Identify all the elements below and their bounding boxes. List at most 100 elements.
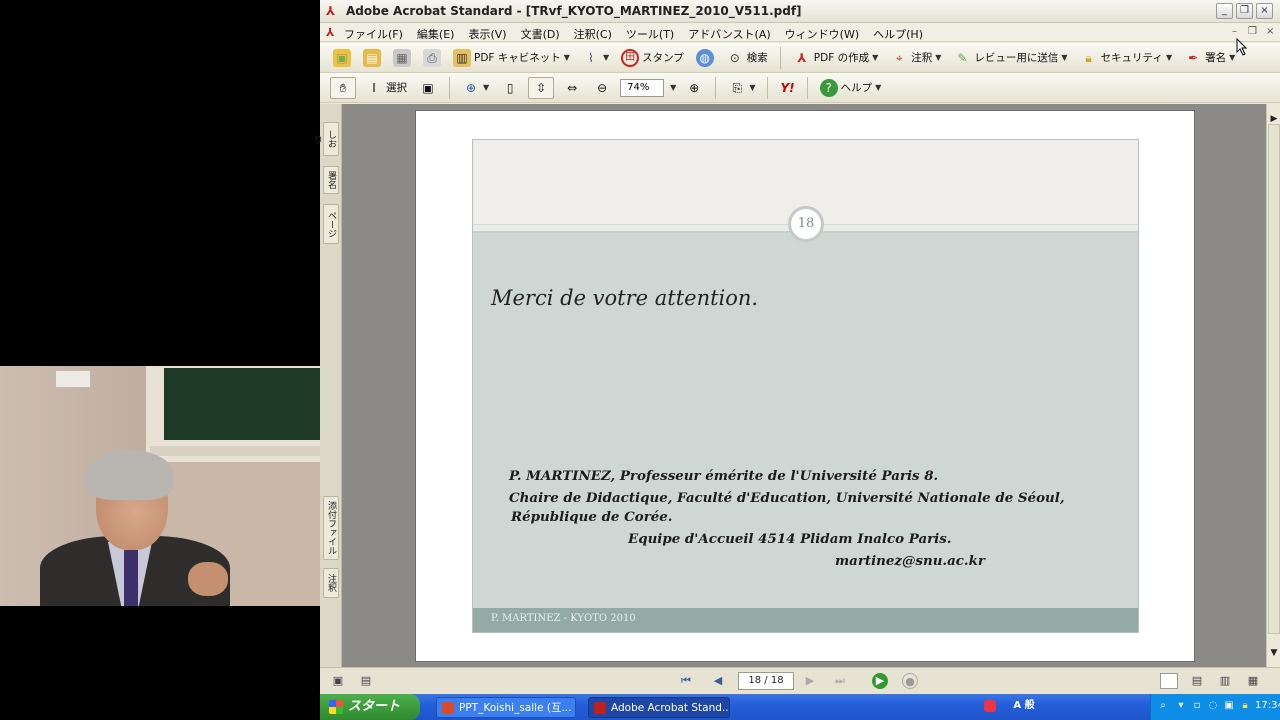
slide-title: Merci de votre attention. bbox=[491, 286, 759, 310]
select-tool-button[interactable]: Ⅰ 選択 bbox=[362, 77, 410, 99]
minimize-button[interactable]: _ bbox=[1216, 3, 1233, 19]
clock[interactable]: 17:34 bbox=[1255, 700, 1280, 711]
network-icon[interactable]: ◌ bbox=[1207, 700, 1219, 712]
continuous-icon[interactable]: ▤ bbox=[1188, 673, 1206, 689]
lock-icon[interactable]: 🔒︎ bbox=[1239, 700, 1251, 712]
page-size-icon[interactable]: ▣ bbox=[330, 673, 346, 689]
print-icon: ⎙ bbox=[423, 48, 441, 67]
taskbar: スタート PPT_Koishi_salle (互... Adobe Acroba… bbox=[320, 694, 1280, 720]
tab-comments[interactable]: 注釈 bbox=[323, 568, 339, 598]
doc-restore-icon[interactable]: ❐ bbox=[1248, 26, 1257, 37]
menu-item[interactable]: 文書(D) bbox=[521, 26, 560, 42]
pen-icon: ✒ bbox=[1188, 50, 1199, 65]
scroll-down-arrow-icon[interactable]: ▼ bbox=[1269, 648, 1279, 662]
facing-icon[interactable]: ▥ bbox=[1216, 673, 1234, 689]
help-button[interactable]: ? ヘルプ ▼ bbox=[817, 77, 885, 99]
continuous-facing-icon[interactable]: ▦ bbox=[1244, 673, 1262, 689]
stop-icon[interactable]: ● bbox=[902, 673, 918, 689]
tab-bookmarks[interactable]: しおり bbox=[312, 122, 339, 156]
search-button[interactable]: ⊙ 検索 bbox=[723, 47, 771, 69]
scrollbar-thumb[interactable] bbox=[1268, 124, 1280, 634]
yahoo-label: Y! bbox=[780, 80, 795, 95]
open-button[interactable]: ▣ bbox=[330, 47, 354, 69]
tab-pages[interactable]: ページ bbox=[323, 204, 339, 244]
actual-size-button[interactable]: ▯ bbox=[498, 77, 522, 99]
pdf-cabinet-button[interactable]: ▥ PDF キャビネット ▼ bbox=[450, 47, 573, 69]
menu-bar: ⅄ ファイル(F) 編集(E) 表示(V) 文書(D) 注釈(C) ツール(T) アドバンス… bbox=[320, 23, 1280, 42]
close-button[interactable]: × bbox=[1256, 3, 1273, 19]
zoom-input[interactable]: 74% bbox=[620, 78, 665, 97]
menu-item[interactable]: ウィンドウ(W) bbox=[785, 26, 859, 42]
save-button[interactable]: ▦ bbox=[390, 47, 414, 69]
text-cursor-icon: Ⅰ bbox=[372, 80, 376, 95]
document-area[interactable]: 18 Merci de votre attention. P. MARTINEZ… bbox=[342, 104, 1266, 667]
speaker-video bbox=[0, 366, 320, 606]
ime-icon[interactable] bbox=[984, 700, 996, 712]
zoom-out-button[interactable]: ⊖ bbox=[590, 77, 614, 99]
menu-item[interactable]: 表示(V) bbox=[468, 26, 506, 42]
caret-down-icon[interactable]: ▾ bbox=[1175, 700, 1187, 712]
start-button[interactable]: スタート bbox=[320, 694, 420, 720]
search-icon[interactable]: ⌕ bbox=[1157, 700, 1169, 712]
comment-label: 注釈 bbox=[911, 52, 933, 64]
send-review-button[interactable]: ✎ レビュー用に送信 ▼ bbox=[950, 47, 1070, 69]
menu-item[interactable]: ヘルプ(H) bbox=[873, 26, 923, 42]
pdf-page: 18 Merci de votre attention. P. MARTINEZ… bbox=[415, 110, 1195, 662]
menu-item[interactable]: アドバンスト(A) bbox=[688, 26, 770, 42]
ime-mode[interactable]: A 般 bbox=[1006, 700, 1042, 712]
document-properties-icon[interactable]: ▤ bbox=[358, 673, 374, 689]
globe-button[interactable]: ◍ bbox=[693, 47, 717, 69]
attach-button[interactable]: ⌇ ▼ bbox=[579, 47, 612, 69]
search-label: 検索 bbox=[746, 52, 768, 64]
zoom-tool-button[interactable]: ⊕ ▼ bbox=[459, 77, 492, 99]
windows-logo-icon bbox=[329, 700, 343, 714]
fit-width-button[interactable]: ⇔ bbox=[560, 77, 584, 99]
chevron-down-icon: ▼ bbox=[602, 53, 610, 62]
last-page-icon[interactable]: ⏭ bbox=[832, 673, 848, 689]
title-bar[interactable]: ⅄ Adobe Acrobat Standard - [TRvf_KYOTO_M… bbox=[320, 0, 1280, 23]
organizer-button[interactable]: ▤ bbox=[360, 47, 384, 69]
chevron-down-icon: ▼ bbox=[1229, 53, 1236, 62]
taskbar-item-acrobat[interactable]: Adobe Acrobat Stand... bbox=[588, 697, 730, 718]
doc-close-icon[interactable]: × bbox=[1266, 26, 1274, 37]
affiliation-line: Chaire de Didactique, Faculté d'Educatio… bbox=[509, 490, 1065, 506]
view-toolbar: ✋︎ Ⅰ 選択 ▣ ⊕ ▼ ▯ ⇳ ⇔ ⊖ 74% ▼ ⊕ ⎘ ▼ Y! ? ヘルプ ▼ bbox=[320, 73, 1280, 103]
fit-page-button[interactable]: ⇳ bbox=[528, 76, 555, 99]
help-label: ヘルプ bbox=[840, 82, 873, 94]
snapshot-button[interactable]: ▣ bbox=[416, 77, 440, 99]
play-icon[interactable]: ▶ bbox=[872, 673, 888, 689]
page-number-field[interactable]: 18 / 18 bbox=[738, 672, 794, 690]
rotate-button[interactable]: ⎘ ▼ bbox=[725, 77, 758, 99]
tab-signatures[interactable]: 署名 bbox=[323, 166, 339, 194]
yahoo-button[interactable]: Y! bbox=[777, 77, 797, 99]
hand-tool-button[interactable]: ✋︎ bbox=[330, 76, 356, 99]
window-icon[interactable]: ▫ bbox=[1191, 700, 1203, 712]
single-page-icon[interactable] bbox=[1160, 673, 1178, 689]
print-button[interactable]: ⎙ bbox=[420, 47, 444, 69]
next-page-icon[interactable]: ▶ bbox=[802, 673, 818, 689]
stamp-button[interactable]: 田スタンプ bbox=[618, 47, 687, 69]
restore-button[interactable]: ❐ bbox=[1236, 3, 1253, 19]
security-button[interactable]: 🔒︎ セキュリティ ▼ bbox=[1077, 47, 1176, 69]
comment-button[interactable]: ⌖ 注釈 ▼ bbox=[887, 47, 944, 69]
menu-item[interactable]: ツール(T) bbox=[626, 26, 674, 42]
create-pdf-button[interactable]: ⅄ PDF の作成 ▼ bbox=[790, 47, 881, 69]
first-page-icon[interactable]: ⏮ bbox=[678, 673, 694, 689]
tab-attachments[interactable]: 添付ファイル bbox=[323, 496, 339, 560]
previous-page-icon[interactable]: ◀ bbox=[710, 673, 726, 689]
acrobat-icon bbox=[594, 702, 606, 714]
slide-footer: P. MARTINEZ - KYOTO 2010 bbox=[473, 608, 1138, 632]
binoculars-icon: ⊙ bbox=[729, 50, 740, 65]
doc-minimize-icon[interactable]: – bbox=[1232, 26, 1237, 37]
menu-item[interactable]: 編集(E) bbox=[417, 26, 455, 42]
menu-item[interactable]: 注釈(C) bbox=[574, 26, 612, 42]
zoom-in-icon: ⊕ bbox=[689, 80, 700, 95]
display-icon[interactable]: ▣ bbox=[1223, 700, 1235, 712]
menu-item[interactable]: ファイル(F) bbox=[344, 26, 403, 42]
speaker-tie bbox=[124, 550, 138, 606]
sign-button[interactable]: ✒ 署名 ▼ bbox=[1181, 47, 1238, 69]
zoom-in-button[interactable]: ⊕ bbox=[682, 77, 706, 99]
vertical-scrollbar[interactable]: ▶ ▼ bbox=[1266, 104, 1280, 667]
taskbar-item-powerpoint[interactable]: PPT_Koishi_salle (互... bbox=[436, 697, 576, 718]
zoom-dropdown-icon[interactable]: ▼ bbox=[670, 83, 676, 92]
